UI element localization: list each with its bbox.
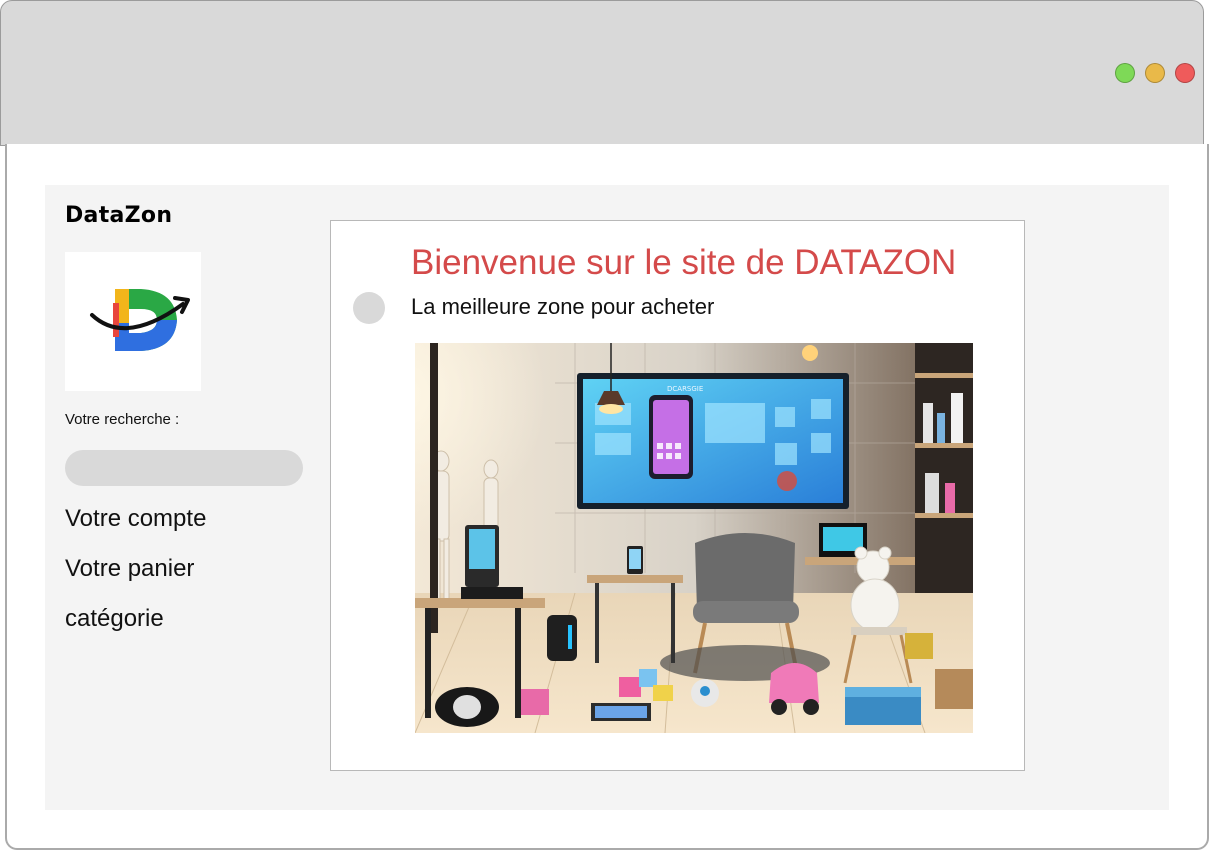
- window-titlebar: [0, 0, 1204, 146]
- browser-window: DataZon Votre recherche : Votre compte V…: [0, 0, 1209, 850]
- nav-link-category[interactable]: catégorie: [65, 605, 164, 633]
- hero-illustration: DCARSGIE: [415, 343, 973, 733]
- nav-link-account[interactable]: Votre compte: [65, 505, 206, 533]
- datazon-logo-icon[interactable]: [65, 252, 201, 391]
- search-input[interactable]: [65, 450, 303, 486]
- search-label: Votre recherche :: [65, 411, 180, 428]
- page-title: Bienvenue sur le site de DATAZON: [411, 243, 957, 282]
- store-showroom-image: DCARSGIE: [415, 343, 973, 733]
- tagline-bullet-icon: [353, 292, 385, 324]
- nav-link-cart[interactable]: Votre panier: [65, 555, 194, 583]
- logo-graphic: [90, 289, 190, 351]
- page-tagline: La meilleure zone pour acheter: [411, 294, 715, 319]
- window-maximize-button[interactable]: [1115, 63, 1135, 83]
- brand-name: DataZon: [65, 203, 173, 228]
- window-minimize-button[interactable]: [1145, 63, 1165, 83]
- window-close-button[interactable]: [1175, 63, 1195, 83]
- screen-text: DCARSGIE: [667, 385, 703, 393]
